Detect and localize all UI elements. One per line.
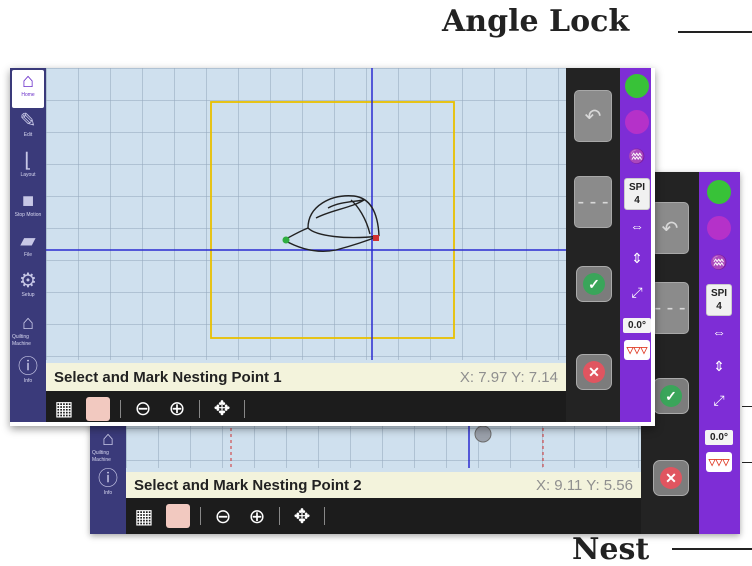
sewing-machine-icon: ⌂: [101, 428, 115, 450]
nav-quilting-machine[interactable]: ⌂ Quilting Machine: [12, 312, 44, 350]
magenta-status-icon: [625, 110, 649, 134]
close-icon: ✕: [583, 361, 605, 383]
front-spi-badge[interactable]: SPI 4: [624, 178, 650, 210]
home-icon: ⌂: [21, 70, 35, 92]
horizontal-arrows-icon[interactable]: ⇔: [704, 324, 734, 340]
nav-layout[interactable]: ⌊ Layout: [12, 150, 44, 188]
dimmed-line-button[interactable]: - - -: [574, 176, 612, 228]
select-point-icon[interactable]: [166, 504, 190, 528]
pan-move-icon[interactable]: ✥: [210, 397, 234, 421]
green-status-icon: [625, 74, 649, 98]
front-bottom-toolbar: ▦ ⊖ ⊕ ✥: [46, 391, 566, 422]
end-point-marker: [373, 235, 379, 241]
angle-lock-pointer-line: [678, 31, 752, 33]
front-coordinates: X: 7.97 Y: 7.14: [459, 368, 558, 386]
back-undo-button[interactable]: ↶: [651, 202, 689, 254]
check-icon: ✓: [660, 385, 682, 407]
pointer-line-upper: [742, 406, 752, 407]
confirm-button[interactable]: ✓: [576, 266, 612, 302]
toolbar-separator: [279, 507, 280, 525]
toolbar-separator: [120, 399, 121, 418]
diagonal-arrows-icon[interactable]: ⤢: [622, 284, 651, 301]
check-icon: ✓: [583, 273, 605, 295]
grid-icon[interactable]: ▦: [132, 504, 156, 528]
undo-icon: ↶: [584, 105, 602, 128]
nav-setup[interactable]: ⚙ Setup: [12, 270, 44, 308]
front-angle-readout[interactable]: 0.0°: [623, 318, 651, 333]
toolbar-separator: [200, 507, 201, 525]
grid-icon[interactable]: ▦: [52, 397, 76, 421]
back-nest-handle: [474, 425, 492, 443]
horizontal-arrows-icon[interactable]: ⇔: [622, 218, 651, 234]
nav-home[interactable]: ⌂ Home: [12, 70, 44, 108]
zoom-in-icon[interactable]: ⊕: [165, 397, 189, 421]
back-nav-info[interactable]: ⓘ Info: [92, 468, 124, 506]
info-icon: ⓘ: [98, 468, 118, 490]
back-confirm-button[interactable]: ✓: [653, 378, 689, 414]
nav-edit[interactable]: ✎ Edit: [12, 110, 44, 148]
back-stitch-pattern-icon[interactable]: ▽▽▽: [706, 452, 732, 472]
nest-pointer-line: [672, 548, 752, 550]
back-bottom-toolbar: ▦ ⊖ ⊕ ✥: [126, 498, 641, 534]
design-bounding-box: [210, 101, 455, 339]
close-icon: ✕: [660, 467, 682, 489]
front-canvas-guides: [46, 68, 566, 360]
back-spi-badge[interactable]: SPI 4: [706, 284, 732, 316]
front-screen: ⌂ Home ✎ Edit ⌊ Layout ■ Stop Motion ▰ F…: [10, 68, 655, 426]
dashed-line-icon: - - -: [654, 296, 686, 319]
zoom-out-icon[interactable]: ⊖: [211, 504, 235, 528]
gears-icon: ⚙: [19, 270, 37, 292]
front-action-column: ↶ - - - ✓ ✕: [566, 68, 620, 422]
toolbar-separator: [199, 399, 200, 418]
back-dimmed-button[interactable]: - - -: [651, 282, 689, 334]
toolbar-separator: [244, 399, 245, 418]
front-status-bar: Select and Mark Nesting Point 1 X: 7.97 …: [46, 363, 566, 391]
sewing-machine-icon: ⌂: [21, 312, 35, 334]
back-cancel-button[interactable]: ✕: [653, 460, 689, 496]
cancel-button[interactable]: ✕: [576, 354, 612, 390]
front-left-nav: ⌂ Home ✎ Edit ⌊ Layout ■ Stop Motion ▰ F…: [10, 68, 46, 422]
pencil-icon: ✎: [19, 110, 37, 132]
front-tool-column: ♒ SPI 4 ⇔ ⇕ ⤢ 0.0° ▽▽▽: [620, 68, 651, 422]
front-stitch-pattern-icon[interactable]: ▽▽▽: [624, 340, 650, 360]
back-angle-readout[interactable]: 0.0°: [705, 430, 733, 445]
back-coordinates: X: 9.11 Y: 5.56: [535, 476, 633, 494]
front-design-canvas[interactable]: [46, 68, 566, 360]
diagonal-arrows-icon[interactable]: ⤢: [704, 392, 734, 409]
back-tool-column: ♒ SPI 4 ⇔ ⇕ ⤢ 0.0° ▽▽▽: [699, 172, 740, 534]
select-point-icon[interactable]: [86, 396, 110, 421]
vertical-arrows-icon[interactable]: ⇕: [704, 358, 734, 375]
layout-icon: ⌊: [24, 150, 32, 172]
zoom-in-icon[interactable]: ⊕: [245, 504, 269, 528]
pointer-line-lower: [742, 462, 752, 463]
pan-move-icon[interactable]: ✥: [290, 504, 314, 528]
nav-file[interactable]: ▰ File: [12, 230, 44, 268]
nav-info[interactable]: ⓘ Info: [12, 356, 44, 394]
back-nav-quilting-machine[interactable]: ⌂ Quilting Machine: [92, 428, 124, 466]
page: Angle Lock Nest ⌂ Quilting Machine ⓘ Inf…: [0, 0, 752, 566]
dashed-line-icon: - - -: [577, 190, 609, 213]
nav-stop-motion[interactable]: ■ Stop Motion: [12, 190, 44, 228]
back-status-bar: Select and Mark Nesting Point 2 X: 9.11 …: [126, 472, 641, 498]
undo-button[interactable]: ↶: [574, 90, 612, 142]
toolbar-separator: [324, 507, 325, 525]
start-point-marker: [282, 236, 290, 244]
undo-icon: ↶: [661, 217, 679, 240]
vertical-arrows-icon[interactable]: ⇕: [622, 250, 651, 267]
hanger-icon[interactable]: ♒: [704, 254, 734, 271]
info-icon: ⓘ: [18, 356, 38, 378]
nest-title: Nest: [572, 532, 650, 566]
folder-icon: ▰: [20, 230, 36, 252]
angle-lock-title: Angle Lock: [442, 4, 630, 39]
front-status-message: Select and Mark Nesting Point 1: [54, 368, 282, 386]
hanger-icon[interactable]: ♒: [622, 148, 651, 165]
green-status-icon: [707, 180, 731, 204]
baseball-cap-design: [282, 195, 380, 252]
camera-icon: ■: [21, 190, 35, 212]
back-status-message: Select and Mark Nesting Point 2: [134, 476, 362, 494]
zoom-out-icon[interactable]: ⊖: [131, 397, 155, 421]
magenta-status-icon: [707, 216, 731, 240]
